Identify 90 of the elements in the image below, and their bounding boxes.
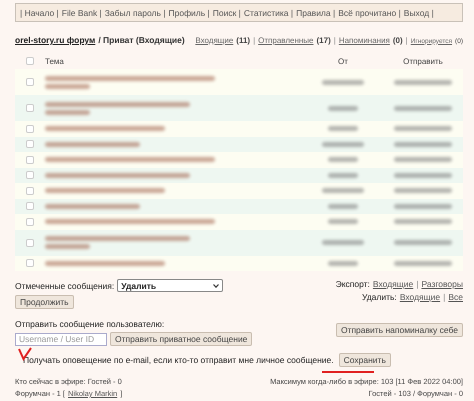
blurred-date bbox=[394, 172, 452, 178]
row-checkbox[interactable] bbox=[26, 259, 34, 268]
blurred-date bbox=[394, 106, 452, 110]
row-checkbox[interactable] bbox=[26, 104, 34, 112]
row-checkbox[interactable] bbox=[26, 218, 34, 226]
folder-count: (0) bbox=[392, 36, 403, 44]
blurred-subject bbox=[45, 244, 90, 249]
nav-link[interactable]: File Bank | bbox=[62, 8, 102, 18]
group-label: Экспорт: bbox=[336, 279, 370, 289]
nav-link[interactable]: Правила | bbox=[296, 8, 336, 18]
message-row[interactable] bbox=[15, 183, 463, 198]
message-row[interactable] bbox=[15, 168, 463, 183]
underline-drawing bbox=[321, 370, 375, 374]
send-message-button[interactable]: Отправить приватное сообщение bbox=[110, 332, 252, 346]
message-row[interactable] bbox=[15, 198, 463, 214]
blurred-date bbox=[394, 188, 452, 194]
nav-link[interactable]: Выход | bbox=[404, 8, 434, 18]
blurred-sender bbox=[328, 126, 358, 132]
blurred-date bbox=[394, 157, 452, 162]
reminder-button[interactable]: Отправить напоминалку себе bbox=[336, 323, 463, 337]
row-checkbox[interactable] bbox=[26, 156, 34, 164]
send-label: Отправить сообщение пользователю: bbox=[15, 319, 164, 329]
continue-button[interactable]: Продолжить bbox=[15, 295, 74, 309]
separator: | bbox=[253, 36, 256, 44]
forum-link[interactable]: orel-story.ru форум bbox=[15, 35, 96, 45]
breadcrumb-current: / Приват (Входящие) bbox=[98, 35, 185, 45]
blurred-subject bbox=[45, 110, 90, 114]
separator: | bbox=[334, 36, 336, 44]
blurred-date bbox=[394, 126, 452, 132]
blurred-sender bbox=[328, 106, 358, 110]
action-select[interactable]: Удалить bbox=[117, 279, 224, 292]
row-checkbox[interactable] bbox=[26, 124, 34, 133]
folder-link[interactable]: Отправленные bbox=[258, 36, 314, 44]
folder-count: (17) bbox=[316, 36, 331, 44]
folder-link[interactable]: Входящие bbox=[195, 36, 234, 44]
blurred-sender bbox=[328, 157, 358, 162]
nav-link[interactable]: Статистика | bbox=[244, 8, 294, 18]
row-checkbox[interactable] bbox=[26, 202, 34, 210]
separator: | bbox=[443, 292, 446, 302]
column-header: Тема bbox=[45, 56, 64, 66]
message-row[interactable] bbox=[15, 256, 463, 271]
separator: | bbox=[416, 279, 418, 289]
username-field[interactable]: Username / User ID bbox=[15, 332, 107, 346]
blurred-sender bbox=[328, 260, 358, 266]
separator: | bbox=[406, 36, 408, 44]
blurred-date bbox=[394, 204, 452, 209]
message-row[interactable] bbox=[15, 69, 463, 95]
nav-link[interactable]: Всё прочитано | bbox=[338, 8, 401, 18]
folder-link[interactable]: Напоминания bbox=[338, 36, 390, 44]
blurred-date bbox=[394, 260, 452, 266]
select-all-checkbox[interactable] bbox=[26, 57, 34, 65]
row-checkbox[interactable] bbox=[26, 238, 34, 246]
message-row[interactable] bbox=[15, 230, 463, 256]
marked-label: Отмеченные сообщения: bbox=[15, 280, 114, 290]
nav-link[interactable]: Забыл пароль | bbox=[104, 8, 166, 18]
row-checkbox[interactable] bbox=[26, 186, 34, 195]
export-link[interactable]: Все bbox=[448, 292, 463, 302]
blurred-date bbox=[394, 219, 452, 224]
chevron-down-icon bbox=[213, 284, 220, 288]
column-header: Отправить bbox=[403, 56, 443, 66]
blurred-date bbox=[394, 142, 452, 147]
blurred-subject bbox=[45, 84, 90, 88]
nav-link[interactable]: | Начало | bbox=[20, 8, 59, 18]
blurred-sender bbox=[328, 204, 358, 209]
blurred-date bbox=[394, 240, 452, 245]
blurred-sender bbox=[328, 219, 358, 224]
row-checkbox[interactable] bbox=[26, 78, 34, 86]
message-row[interactable] bbox=[15, 95, 463, 121]
row-checkbox[interactable] bbox=[26, 171, 34, 180]
notify-text: Получать оповещение по e-mail, если кто-то отправит мне личное сообщение. bbox=[23, 355, 334, 365]
export-link[interactable]: Разговоры bbox=[421, 279, 463, 289]
blurred-sender bbox=[322, 240, 364, 245]
blurred-sender bbox=[322, 188, 364, 194]
blurred-date bbox=[394, 80, 452, 84]
message-row[interactable] bbox=[15, 152, 463, 168]
nav-link[interactable]: Профиль | bbox=[168, 8, 210, 18]
message-row[interactable] bbox=[15, 214, 463, 230]
row-checkbox[interactable] bbox=[26, 140, 34, 148]
blurred-sender bbox=[322, 142, 364, 147]
message-row[interactable] bbox=[15, 136, 463, 152]
folder-count: (11) bbox=[236, 36, 250, 44]
nav-link[interactable]: Поиск | bbox=[212, 8, 241, 18]
export-link[interactable]: Входящие bbox=[400, 292, 440, 302]
blurred-sender bbox=[322, 80, 364, 84]
group-label: Удалить: bbox=[362, 292, 397, 302]
export-link[interactable]: Входящие bbox=[372, 279, 414, 289]
save-button[interactable]: Сохранить bbox=[338, 353, 391, 367]
message-row[interactable] bbox=[15, 121, 463, 136]
blurred-sender bbox=[328, 172, 358, 178]
column-header: От bbox=[338, 56, 348, 66]
